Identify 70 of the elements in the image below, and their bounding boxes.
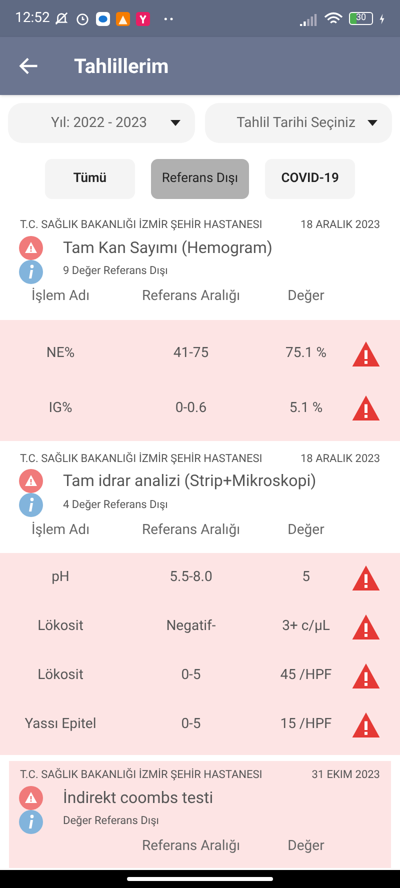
hospital-name: T.C. SAĞLIK BAKANLIĞI İZMİR ŞEHİR HASTANESI — [20, 767, 262, 783]
warning-icon — [19, 236, 43, 260]
app-icon — [136, 12, 150, 26]
filter-tab[interactable]: Tümü — [44, 159, 135, 199]
reference-range: 0-5 — [180, 715, 202, 734]
test-date: 18 ARALIK 2023 — [300, 450, 380, 466]
test-name: Yassı Epitel — [24, 715, 98, 734]
test-name: IG% — [48, 398, 74, 418]
back-button[interactable] — [18, 55, 40, 77]
wifi-icon — [324, 12, 343, 26]
reference-range: 0-0.6 — [174, 398, 208, 418]
more-icon — [164, 16, 174, 20]
hospital-name: T.C. SAĞLIK BAKANLIĞI İZMİR ŞEHİR HASTANESI — [20, 450, 262, 466]
warning-icon — [351, 564, 381, 592]
filter-tab[interactable]: COVID-19 — [265, 159, 356, 199]
column-header: Değer — [286, 520, 326, 540]
info-icon — [19, 260, 43, 284]
test-value: 45 /HPF — [279, 666, 333, 685]
info-icon — [19, 810, 43, 834]
column-header: Referans Aralığı — [140, 520, 242, 540]
test-value: 5.1 % — [288, 398, 324, 418]
app-icon — [116, 12, 130, 26]
test-name: NE% — [45, 344, 76, 363]
warning-icon — [351, 710, 381, 738]
test-value: 15 /HPF — [279, 715, 333, 734]
clock: 12:52 — [15, 9, 50, 28]
warning-icon — [351, 612, 381, 640]
test-value: 3+ c/µL — [281, 617, 331, 636]
signal-icon — [300, 12, 318, 26]
warning-icon — [19, 469, 43, 493]
warning-icon — [351, 662, 381, 690]
column-header: Değer — [286, 837, 326, 856]
out-of-range-summary: Değer Referans Dışı — [63, 813, 159, 830]
caret-icon — [367, 120, 378, 126]
charging-icon — [379, 12, 385, 24]
out-of-range-summary: 4 Değer Referans Dışı — [63, 496, 168, 513]
reference-range: Negatif- — [165, 617, 217, 636]
warning-icon — [351, 394, 381, 422]
filter-dropdown[interactable]: Yıl: 2022 - 2023 — [8, 103, 195, 143]
column-header: Referans Aralığı — [140, 837, 242, 856]
test-value: 5 — [301, 568, 311, 587]
column-header: İşlem Adı — [30, 286, 91, 306]
caret-icon — [170, 120, 181, 126]
chat-app-icon — [96, 12, 110, 26]
reference-range: 0-5 — [180, 666, 202, 685]
warning-icon — [351, 340, 381, 368]
column-header: Değer — [286, 287, 326, 306]
test-title: Tam Kan Sayımı (Hemogram) — [63, 236, 272, 258]
test-value: 75.1 % — [284, 344, 328, 363]
test-title: Tam idrar analizi (Strip+Mikroskopi) — [63, 470, 316, 492]
warning-icon — [19, 786, 43, 810]
screen-title: Tahlillerim — [74, 53, 169, 80]
column-header: İşlem Adı — [30, 520, 91, 540]
test-name: Lökosit — [36, 617, 84, 636]
test-name: pH — [50, 568, 70, 587]
bell-off-icon — [54, 11, 69, 26]
reference-range: 5.5-8.0 — [168, 568, 214, 587]
test-name: Lökosit — [36, 666, 84, 685]
battery-indicator: 30 — [349, 12, 373, 25]
alarm-icon — [74, 11, 90, 26]
column-header: Referans Aralığı — [140, 287, 242, 306]
out-of-range-summary: 9 Değer Referans Dışı — [63, 263, 168, 280]
test-date: 31 EKIM 2023 — [312, 767, 380, 783]
hospital-name: T.C. SAĞLIK BAKANLIĞI İZMİR ŞEHİR HASTANESI — [20, 217, 262, 233]
info-icon — [19, 493, 43, 517]
test-title: İndirekt coombs testi — [63, 786, 214, 808]
filter-dropdown[interactable]: Tahlil Tarihi Seçiniz — [205, 103, 392, 143]
filter-tab[interactable]: Referans Dışı — [150, 159, 250, 199]
reference-range: 41-75 — [172, 344, 210, 363]
test-date: 18 ARALIK 2023 — [300, 217, 380, 233]
